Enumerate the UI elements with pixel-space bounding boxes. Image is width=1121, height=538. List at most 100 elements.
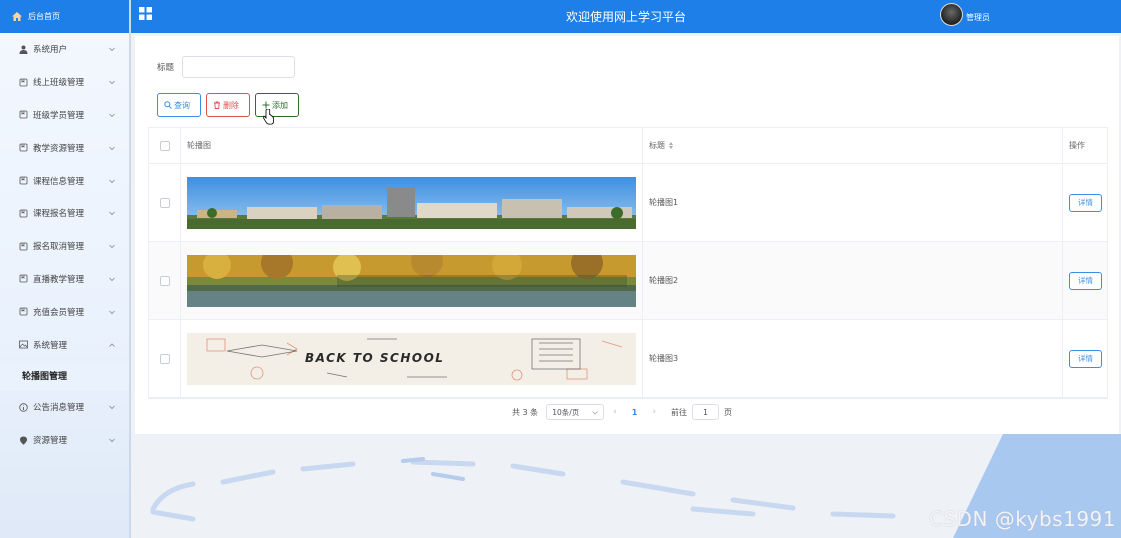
sidebar-item-label: 系统用户 xyxy=(33,45,68,56)
page-suffix: 页 xyxy=(723,407,732,417)
page-size-value: 10条/页 xyxy=(552,407,580,417)
detail-button[interactable]: 详情 xyxy=(1069,271,1102,290)
sidebar: 后台首页 系统用户线上班级管理班级学员管理 教学资源管理课程信息管理课程报名管理报… xyxy=(0,0,131,538)
chevron-down-icon xyxy=(108,436,116,444)
doc-icon xyxy=(19,274,28,283)
row-checkbox[interactable] xyxy=(159,353,170,364)
header-image: 轮播图 xyxy=(181,128,643,163)
detail-button[interactable]: 详情 xyxy=(1069,349,1102,368)
detail-button[interactable]: 详情 xyxy=(1069,193,1102,212)
sort-icon[interactable] xyxy=(669,142,673,149)
sidebar-item-label: 班级学员管理 xyxy=(33,110,85,121)
select-all-checkbox[interactable] xyxy=(159,140,170,151)
title-label: 标题 xyxy=(157,63,175,73)
banner-image-autumn xyxy=(187,254,636,307)
header-title[interactable]: 标题 xyxy=(643,128,1063,163)
sidebar-item[interactable]: 系统用户 xyxy=(0,33,129,66)
sidebar-item-label: 直播教学管理 xyxy=(33,274,85,285)
sidebar-item-label: 课程报名管理 xyxy=(33,209,85,220)
row-image-cell xyxy=(181,164,643,241)
background-decoration: CSDN @kybs1991 xyxy=(133,434,1121,538)
page-size-select[interactable]: 10条/页 xyxy=(546,404,605,420)
row-check-cell xyxy=(149,164,181,241)
sidebar-item-label: 公告消息管理 xyxy=(33,403,85,414)
sidebar-item[interactable]: 课程报名管理 xyxy=(0,197,129,230)
banner-image-campus xyxy=(187,176,636,229)
doc-icon xyxy=(19,307,28,316)
row-title: 轮播图3 xyxy=(643,320,1063,397)
add-button[interactable]: 添加 xyxy=(255,93,299,117)
sidebar-item[interactable]: 公告消息管理 xyxy=(0,391,129,424)
goto-page-input[interactable]: 1 xyxy=(691,404,719,420)
row-op-cell: 详情 xyxy=(1063,242,1107,319)
row-check-cell xyxy=(149,242,181,319)
doc-icon xyxy=(19,209,28,218)
home-icon xyxy=(12,12,22,21)
table-row: 轮播图1 详情 xyxy=(149,164,1107,242)
pagination: 共 3 条 10条/页 ‹ 1 › 前往 1 页 xyxy=(512,404,732,420)
title-search-input[interactable] xyxy=(182,56,295,78)
sidebar-item[interactable]: 系统管理 xyxy=(0,328,129,361)
sidebar-home[interactable]: 后台首页 xyxy=(0,0,129,33)
sidebar-sub-item-carousel[interactable]: 轮播图管理 xyxy=(0,360,129,391)
goto-label: 前往 xyxy=(670,407,687,417)
sidebar-item[interactable]: 充值会员管理 xyxy=(0,295,129,328)
trash-icon xyxy=(213,101,221,109)
chevron-down-icon xyxy=(108,144,116,152)
banner-text: BACK TO SCHOOL xyxy=(305,350,445,365)
row-image-cell: BACK TO SCHOOL xyxy=(181,320,643,397)
sidebar-item-label: 系统管理 xyxy=(33,340,68,351)
next-page-icon[interactable]: › xyxy=(652,407,656,417)
delete-button-label: 删除 xyxy=(223,100,239,110)
sidebar-item[interactable]: 教学资源管理 xyxy=(0,131,129,164)
main-content: 标题 查询 删除 添加 轮播图 标题 操作 轮播图1 详情 轮播图2 详情 BA… xyxy=(135,36,1119,434)
query-button[interactable]: 查询 xyxy=(157,93,201,117)
sidebar-item[interactable]: 直播教学管理 xyxy=(0,263,129,296)
current-page[interactable]: 1 xyxy=(632,408,638,417)
top-header: 欢迎使用网上学习平台 管理员 xyxy=(131,0,1121,33)
pagination-total: 共 3 条 xyxy=(512,407,539,417)
sidebar-home-label: 后台首页 xyxy=(28,12,60,21)
user-name[interactable]: 管理员 xyxy=(966,12,990,23)
sidebar-item-label: 教学资源管理 xyxy=(33,143,85,154)
row-title: 轮播图1 xyxy=(643,164,1063,241)
chevron-down-icon xyxy=(108,209,116,217)
chevron-up-icon xyxy=(108,341,116,349)
header-check-cell xyxy=(149,128,181,163)
sidebar-item[interactable]: 报名取消管理 xyxy=(0,230,129,263)
row-checkbox[interactable] xyxy=(159,197,170,208)
chevron-down-icon xyxy=(592,408,598,417)
sidebar-item-label: 报名取消管理 xyxy=(33,242,85,253)
info-icon xyxy=(19,403,28,412)
chevron-down-icon xyxy=(108,45,116,53)
table-header: 轮播图 标题 操作 xyxy=(149,128,1107,164)
doc-icon xyxy=(19,176,28,185)
avatar[interactable] xyxy=(940,3,963,26)
picture-icon xyxy=(19,340,28,349)
header-op: 操作 xyxy=(1069,141,1085,150)
chevron-down-icon xyxy=(108,275,116,283)
row-title: 轮播图2 xyxy=(643,242,1063,319)
sidebar-item[interactable]: 班级学员管理 xyxy=(0,99,129,132)
banner-image-back-to-school: BACK TO SCHOOL xyxy=(187,332,636,385)
doc-icon xyxy=(19,78,28,87)
doc-icon xyxy=(19,110,28,119)
sidebar-item[interactable]: 课程信息管理 xyxy=(0,164,129,197)
row-checkbox[interactable] xyxy=(159,275,170,286)
doc-icon xyxy=(19,143,28,152)
chevron-down-icon xyxy=(108,78,116,86)
chevron-down-icon xyxy=(108,308,116,316)
search-icon xyxy=(164,101,172,109)
sidebar-item-label: 充值会员管理 xyxy=(33,307,85,318)
row-op-cell: 详情 xyxy=(1063,320,1107,397)
delete-button[interactable]: 删除 xyxy=(206,93,250,117)
chevron-down-icon xyxy=(108,242,116,250)
search-form: 标题 xyxy=(157,56,295,78)
plus-icon xyxy=(262,101,270,109)
user-icon xyxy=(19,45,28,54)
sidebar-item-label: 资源管理 xyxy=(33,436,68,447)
prev-page-icon[interactable]: ‹ xyxy=(613,407,617,417)
sidebar-item[interactable]: 资源管理 xyxy=(0,424,129,457)
sidebar-item[interactable]: 线上班级管理 xyxy=(0,66,129,99)
toolbar: 查询 删除 添加 xyxy=(157,93,299,117)
